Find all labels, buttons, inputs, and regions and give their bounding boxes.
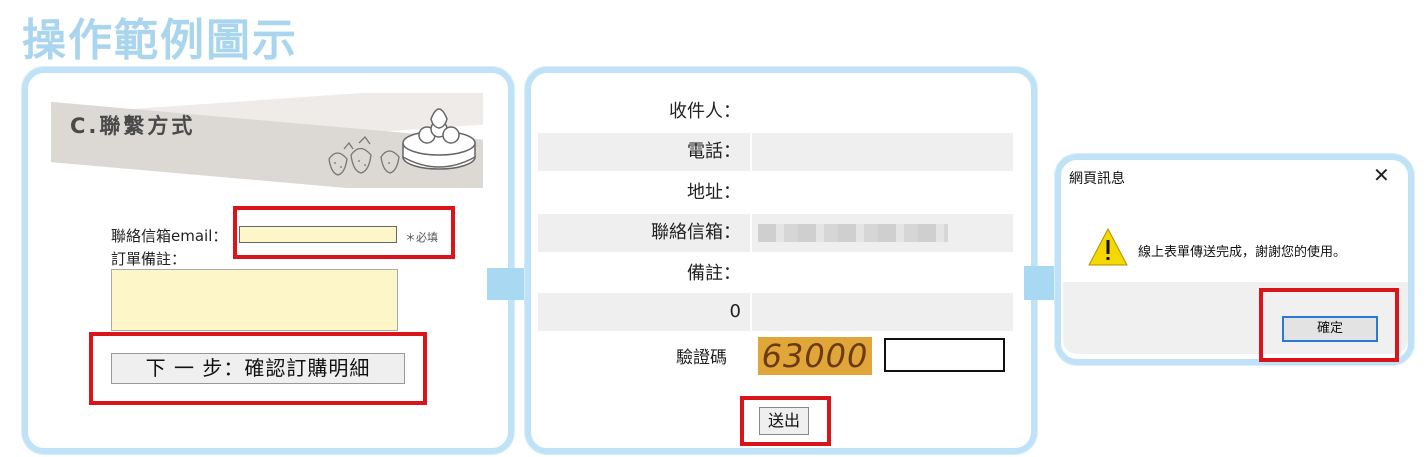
dialog-message: 線上表單傳送完成，謝謝您的使用。	[1138, 245, 1347, 260]
form-row: 收件人：	[538, 93, 1013, 131]
note-label: 訂單備註：	[111, 250, 187, 268]
blurred-email-value	[758, 224, 948, 242]
note-label-confirm: 備註：	[687, 263, 741, 284]
dialog-title: 網頁訊息	[1069, 171, 1125, 187]
send-button-highlight-box	[740, 396, 831, 446]
captcha-label: 驗證碼	[676, 348, 727, 368]
cake-icon	[402, 108, 476, 170]
form-row: 地址：	[538, 174, 1013, 212]
page-title: 操作範例圖示	[22, 15, 298, 66]
captcha-image: 63000	[758, 337, 872, 375]
captcha-input[interactable]	[884, 338, 1005, 372]
form-row: 備註：	[538, 255, 1013, 293]
close-icon[interactable]: ✕	[1373, 166, 1390, 186]
email-highlight-box	[233, 206, 455, 259]
ok-button-highlight-box	[1259, 288, 1399, 362]
form-row: 電話：	[538, 133, 1013, 171]
form-row: 聯絡信箱：	[538, 214, 1013, 252]
warning-icon	[1088, 227, 1128, 266]
contact-banner	[51, 93, 483, 188]
phone-label: 電話：	[687, 141, 741, 162]
email-label: 聯絡信箱email：	[111, 227, 228, 245]
next-button-highlight-box	[89, 332, 427, 405]
order-note-textarea[interactable]	[111, 269, 398, 331]
section-heading: C.聯繫方式	[70, 114, 196, 138]
address-label: 地址：	[687, 182, 741, 203]
note-value: 0	[729, 301, 741, 322]
form-row: 0	[538, 293, 1013, 331]
email-label-confirm: 聯絡信箱：	[651, 222, 741, 243]
recipient-label: 收件人：	[669, 101, 741, 122]
